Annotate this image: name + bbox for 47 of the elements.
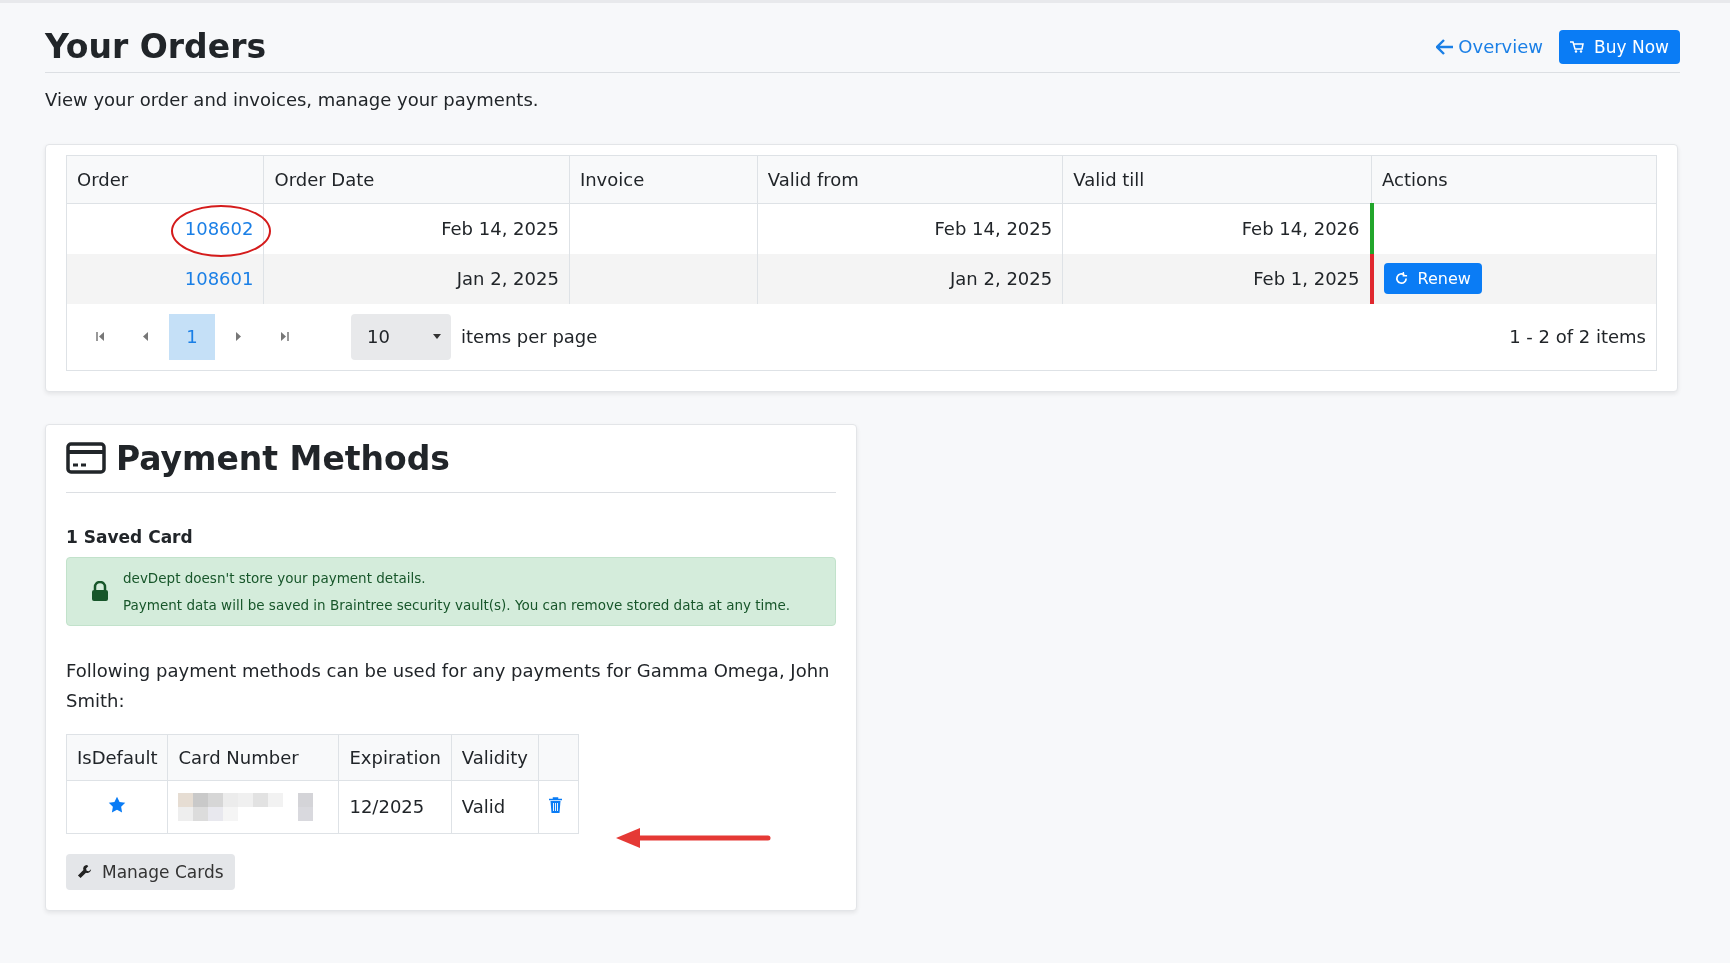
page-button[interactable]: 1 (169, 313, 215, 360)
date-text: Feb 1, 2025 (1253, 268, 1360, 289)
column-header: IsDefault (66, 734, 168, 780)
table-cell: Valid (461, 796, 506, 817)
trash-icon[interactable] (548, 797, 562, 813)
page-subtitle: View your order and invoices, manage your payments. (45, 89, 540, 110)
cart-icon (1570, 40, 1585, 53)
pager-summary: 1 - 2 of 2 items (1509, 326, 1646, 347)
column-header: Expiration (338, 734, 452, 780)
order-link[interactable]: 108602 (184, 218, 254, 240)
table-cell: Jan 2, 2025 (950, 268, 1053, 289)
renew-button[interactable]: Renew (1383, 263, 1482, 294)
date-text: Feb 14, 2026 (1241, 218, 1360, 240)
overview-link[interactable]: Overview (1436, 36, 1544, 57)
triangle-left-icon (143, 332, 149, 341)
caret-icon (433, 334, 441, 339)
buy-now-button[interactable]: Buy Now (1559, 29, 1680, 64)
arrow-left-icon (1436, 38, 1455, 55)
alert-text: Payment data will be saved in Braintree security vault(s). You can remove stored data at any time. (123, 596, 791, 613)
page-title: Your Orders (45, 27, 267, 66)
order-link[interactable]: 108601 (184, 268, 254, 289)
column-header: Valid from (757, 155, 1063, 204)
table-cell: 12/2025 (349, 796, 425, 817)
lock-icon (91, 581, 109, 601)
page-size-select[interactable]: 10 (351, 313, 451, 360)
items-per-page-label: items per page (461, 326, 598, 347)
saved-card-count: 1 Saved Card (66, 526, 194, 547)
refresh-icon (1394, 272, 1408, 285)
wrench-icon (77, 864, 92, 879)
alert-text: devDept doesn't store your payment details. (123, 569, 427, 586)
table-cell: Feb 14, 2025 (934, 218, 1053, 240)
skip-back-icon (95, 332, 105, 341)
triangle-right-icon (235, 332, 241, 341)
table-cell: Jan 2, 2025 (456, 268, 559, 289)
credit-card-icon (66, 442, 106, 474)
skip-forward-icon (279, 332, 289, 341)
description-text: Following payment methods can be used for any payments for Gamma Omega, John Smith: (66, 658, 831, 713)
section-title: Payment Methods (116, 438, 450, 478)
column-header: Card Number (167, 734, 339, 780)
column-header: Valid till (1062, 155, 1372, 204)
column-header: Validity (451, 734, 539, 780)
column-header: Actions (1371, 155, 1657, 204)
column-header: Order (66, 155, 264, 204)
table-cell: Feb 14, 2025 (441, 218, 559, 240)
manage-cards-button[interactable]: Manage Cards (66, 853, 235, 890)
column-header: Order Date (264, 155, 570, 204)
column-header: Invoice (569, 155, 758, 204)
